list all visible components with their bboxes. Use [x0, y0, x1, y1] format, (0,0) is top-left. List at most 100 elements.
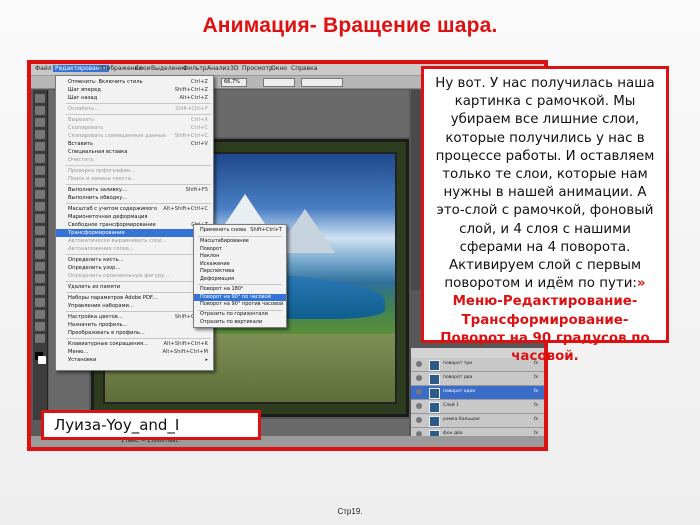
menu-item[interactable]: Отменить: Включить стиль Ctrl+Z	[56, 78, 213, 86]
menu-view[interactable]: Просмотр	[242, 65, 273, 72]
menu-window[interactable]: Окно	[271, 65, 287, 72]
brush-tool-icon[interactable]	[35, 178, 45, 187]
menu-separator	[198, 284, 282, 285]
menu-item[interactable]: Скопировать Ctrl+C	[56, 124, 213, 132]
menu-item[interactable]: Меню... Alt+Shift+Ctrl+M	[56, 348, 213, 356]
submenu-item[interactable]: Поворот на 180°	[194, 286, 286, 294]
menu-item[interactable]: Поиск и замена текста...	[56, 175, 213, 183]
zoom-tool-icon[interactable]	[35, 334, 45, 343]
menu-item[interactable]: Проверка орфографии...	[56, 167, 213, 175]
menu-item[interactable]: Управление наборами...	[56, 302, 213, 310]
blur-tool-icon[interactable]	[35, 238, 45, 247]
option-field-2[interactable]	[301, 78, 343, 87]
fx-icon[interactable]: fx	[534, 389, 538, 394]
submenu-item-rotate-90-cw[interactable]: Поворот на 90° по часовой	[194, 293, 286, 301]
menu-separator	[198, 236, 282, 237]
wand-tool-icon[interactable]	[35, 130, 45, 139]
menu-analysis[interactable]: Анализ	[207, 65, 230, 72]
submenu-item[interactable]: Наклон	[194, 253, 286, 261]
eyedropper-tool-icon[interactable]	[35, 154, 45, 163]
menu-item[interactable]: Определить узор...	[56, 264, 213, 272]
hand-tool-icon[interactable]	[35, 322, 45, 331]
menu-separator	[66, 281, 211, 282]
fx-icon[interactable]: fx	[534, 375, 538, 380]
menu-3d[interactable]: 3D	[230, 65, 238, 72]
menu-help[interactable]: Справка	[291, 65, 317, 72]
menu-item[interactable]: Автоналожение слоев...	[56, 245, 213, 253]
menu-item[interactable]: Преобразовать в профиль...	[56, 329, 213, 337]
menu-item[interactable]: Клавиатурные сокращения... Alt+Shift+Ctrl…	[56, 340, 213, 348]
menu-item[interactable]: Вставить Ctrl+V	[56, 140, 213, 148]
menu-file[interactable]: Файл	[35, 65, 52, 72]
menu-item[interactable]: Определить кисть...	[56, 256, 213, 264]
menu-item[interactable]: Выполнить заливку... Shift+F5	[56, 186, 213, 194]
history-brush-icon[interactable]	[35, 202, 45, 211]
menu-item[interactable]: Установки ▸	[56, 356, 213, 364]
zoom-field[interactable]: 66,7%	[221, 78, 247, 87]
menu-item[interactable]: Назначить профиль...	[56, 321, 213, 329]
menu-filter[interactable]: Фильтр	[183, 65, 207, 72]
submenu-item[interactable]: Поворот	[194, 246, 286, 254]
menu-item[interactable]: Марионеточная деформация	[56, 213, 213, 221]
layer-name: поворот один	[443, 389, 476, 394]
menu-item[interactable]: Свободное трансформированиеCtrl+T	[56, 221, 213, 229]
submenu-item[interactable]: Искажение	[194, 261, 286, 269]
eye-icon[interactable]	[416, 361, 422, 367]
menu-item[interactable]: Шаг вперед Shift+Ctrl+Z	[56, 86, 213, 94]
menu-item[interactable]: Выполнить обводку...	[56, 194, 213, 202]
submenu-item[interactable]: Перспектива	[194, 268, 286, 276]
submenu-item[interactable]: Поворот на 90° против часовой	[194, 301, 286, 309]
menu-item[interactable]: Удалить из памяти▸	[56, 283, 213, 291]
eye-icon[interactable]	[416, 375, 422, 381]
gradient-tool-icon[interactable]	[35, 226, 45, 235]
marquee-tool-icon[interactable]	[35, 106, 45, 115]
eye-icon[interactable]	[416, 417, 422, 423]
option-field[interactable]	[263, 78, 295, 87]
crop-tool-icon[interactable]	[35, 142, 45, 151]
stamp-tool-icon[interactable]	[35, 190, 45, 199]
menu-select[interactable]: Выделение	[151, 65, 187, 72]
menu-item[interactable]: Шаг назад Alt+Ctrl+Z	[56, 94, 213, 102]
menu-item[interactable]: Вырезать Ctrl+X	[56, 116, 213, 124]
menu-item[interactable]: Автоматически выравнивать слои...	[56, 237, 213, 245]
submenu-item[interactable]: Отразить по горизонтали	[194, 311, 286, 319]
menu-item[interactable]: Очистить	[56, 156, 213, 164]
callout-text: Ну вот. У нас получилась наша картинка с…	[435, 76, 655, 292]
pen-tool-icon[interactable]	[35, 262, 45, 271]
submenu-item[interactable]: Отразить по вертикали	[194, 319, 286, 327]
eye-icon[interactable]	[416, 403, 422, 409]
menu-item[interactable]: Ослабить... Shift+Ctrl+F	[56, 105, 213, 113]
menu-item[interactable]: Определить произвольную фигуру...	[56, 272, 213, 280]
heal-tool-icon[interactable]	[35, 166, 45, 175]
menu-item[interactable]: Наборы параметров Adobe PDF...	[56, 294, 213, 302]
menu-item[interactable]: Специальная вставка	[56, 148, 213, 156]
layer-row[interactable]: рамка большая fx	[411, 414, 544, 428]
edit-menu-dropdown: Отменить: Включить стиль Ctrl+Z Шаг впере…	[55, 75, 214, 371]
menu-layers[interactable]: Слои	[135, 65, 151, 72]
layer-row[interactable]: Слой 1 fx	[411, 400, 544, 414]
menu-item[interactable]: Скопировать совмещенные данные Shift+Ctrl…	[56, 132, 213, 140]
submenu-item[interactable]: Масштабирование	[194, 238, 286, 246]
menu-item[interactable]: Масштаб с учетом содержимого Alt+Shift+Ct…	[56, 205, 213, 213]
path-select-icon[interactable]	[35, 286, 45, 295]
dodge-tool-icon[interactable]	[35, 250, 45, 259]
lasso-tool-icon[interactable]	[35, 118, 45, 127]
3d-tool-icon[interactable]	[35, 310, 45, 319]
layer-row[interactable]: поворот два fx	[411, 372, 544, 386]
background-color-icon[interactable]	[38, 356, 46, 364]
fx-icon[interactable]: fx	[534, 403, 538, 408]
eye-icon[interactable]	[416, 389, 422, 395]
layer-row-selected[interactable]: поворот один fx	[411, 386, 544, 400]
shape-tool-icon[interactable]	[35, 298, 45, 307]
menu-separator	[66, 114, 211, 115]
eraser-tool-icon[interactable]	[35, 214, 45, 223]
menu-separator	[66, 165, 211, 166]
menu-item-transform[interactable]: Трансформирование▸	[56, 229, 213, 237]
fx-icon[interactable]: fx	[534, 417, 538, 422]
move-tool-icon[interactable]	[35, 94, 45, 103]
transform-submenu: Применить снова Shift+Ctrl+T Масштабирова…	[193, 224, 287, 328]
submenu-item[interactable]: Деформация	[194, 276, 286, 284]
submenu-item[interactable]: Применить снова Shift+Ctrl+T	[194, 227, 286, 235]
menu-item[interactable]: Настройка цветов... Shift+Ctrl+K	[56, 313, 213, 321]
type-tool-icon[interactable]	[35, 274, 45, 283]
